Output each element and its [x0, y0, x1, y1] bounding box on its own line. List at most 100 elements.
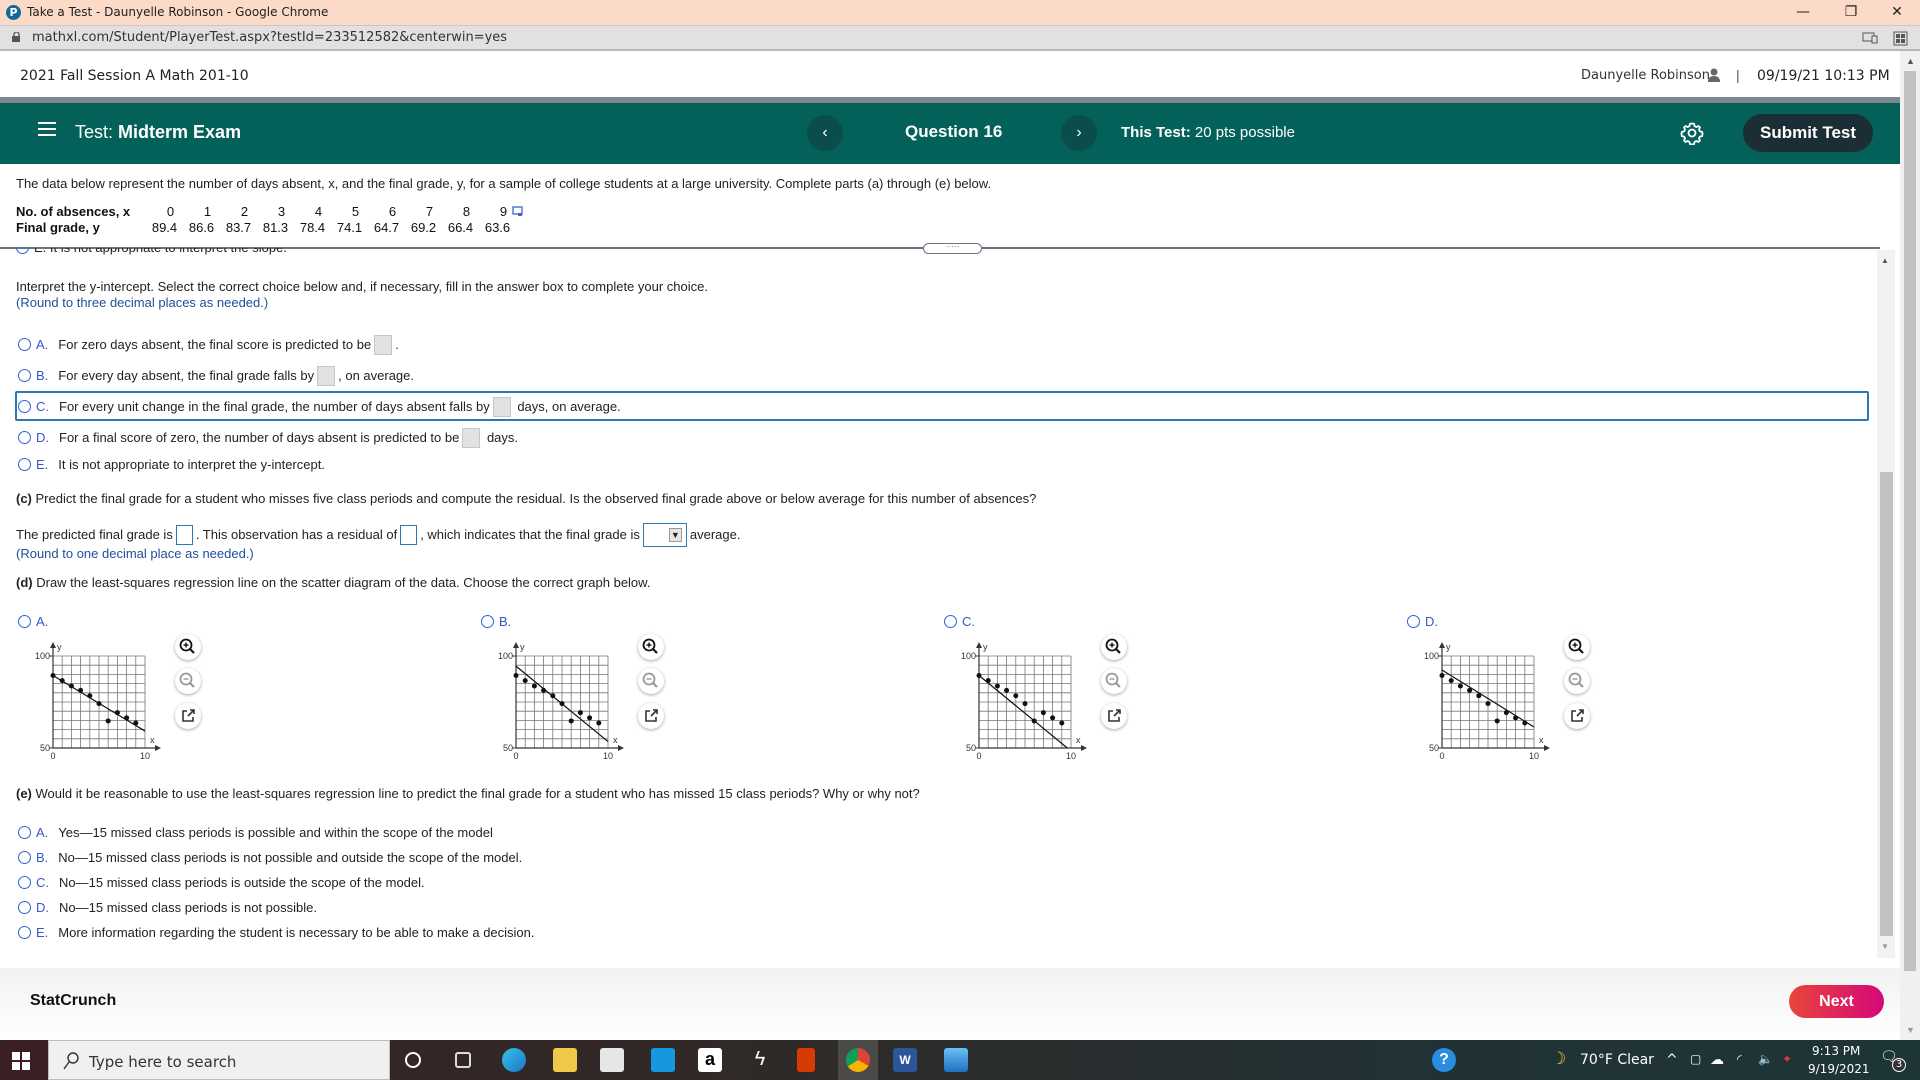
- radio-button[interactable]: [18, 876, 31, 889]
- chrome-active-tab[interactable]: [838, 1040, 878, 1080]
- amazon-icon[interactable]: a: [698, 1048, 722, 1072]
- dropdown-arrow-icon[interactable]: ▼: [668, 528, 682, 542]
- radio-button[interactable]: [481, 615, 494, 628]
- answer-box[interactable]: [462, 428, 481, 448]
- menu-icon[interactable]: [38, 122, 56, 138]
- page-scrollbar[interactable]: ▲ ▼: [1900, 51, 1920, 1040]
- scroll-up-icon[interactable]: ▲: [1906, 56, 1915, 66]
- open-external-icon[interactable]: [1101, 703, 1127, 729]
- radio-button[interactable]: [18, 901, 31, 914]
- zoom-in-icon[interactable]: [1101, 634, 1127, 660]
- zoom-in-icon[interactable]: [175, 634, 201, 660]
- yint-option-e[interactable]: E. It is not appropriate to interpret the…: [18, 457, 325, 472]
- radio-button[interactable]: [16, 248, 29, 254]
- data-point: [1439, 673, 1445, 679]
- yint-option-d[interactable]: D. For a final score of zero, the number …: [18, 428, 518, 448]
- zoom-in-icon[interactable]: [1564, 634, 1590, 660]
- volume-icon[interactable]: 🔈: [1758, 1052, 1773, 1066]
- photos-icon[interactable]: [944, 1048, 968, 1072]
- part-e-option-a[interactable]: A. Yes—15 missed class periods is possibl…: [18, 825, 493, 840]
- zoom-in-icon[interactable]: [638, 634, 664, 660]
- part-e-option-d[interactable]: D. No—15 missed class periods is not poss…: [18, 900, 317, 915]
- next-button[interactable]: Next: [1789, 985, 1884, 1018]
- answer-box[interactable]: [492, 397, 511, 417]
- word-icon[interactable]: W: [893, 1048, 917, 1072]
- taskbar-search-box[interactable]: Type here to search: [48, 1040, 390, 1080]
- zoom-out-icon[interactable]: [638, 668, 664, 694]
- zoom-out-icon[interactable]: [1101, 668, 1127, 694]
- previous-question-button[interactable]: ‹: [807, 115, 843, 151]
- open-external-icon[interactable]: [638, 703, 664, 729]
- radio-button[interactable]: [944, 615, 957, 628]
- yint-option-c[interactable]: C. For every unit change in the final gra…: [18, 397, 621, 417]
- open-external-icon[interactable]: [175, 703, 201, 729]
- question-scroll-down-icon[interactable]: ▼: [1881, 942, 1889, 951]
- graph-option-a[interactable]: A.: [18, 614, 58, 629]
- graph-option-d[interactable]: D.: [1407, 614, 1448, 629]
- radio-button[interactable]: [1407, 615, 1420, 628]
- part-e-option-e[interactable]: E. More information regarding the student…: [18, 925, 535, 940]
- zoom-out-icon[interactable]: [175, 668, 201, 694]
- gear-icon[interactable]: [1680, 121, 1704, 145]
- wifi-icon[interactable]: ◜: [1737, 1052, 1742, 1066]
- app-bolt-icon[interactable]: ϟ: [748, 1048, 772, 1072]
- cast-icon[interactable]: [1862, 32, 1878, 44]
- help-icon[interactable]: ?: [1432, 1048, 1456, 1072]
- part-e-option-c[interactable]: C. No—15 missed class periods is outside …: [18, 875, 425, 890]
- next-question-button[interactable]: ›: [1061, 115, 1097, 151]
- task-view-icon[interactable]: [455, 1052, 471, 1068]
- radio-button[interactable]: [18, 458, 31, 471]
- radio-button[interactable]: [18, 826, 31, 839]
- mail-icon[interactable]: [651, 1048, 675, 1072]
- store-icon[interactable]: [600, 1048, 624, 1072]
- pane-resize-handle[interactable]: ·····: [923, 243, 982, 254]
- cortana-icon[interactable]: [405, 1052, 421, 1068]
- residual-input[interactable]: [400, 525, 418, 545]
- dropbox-icon[interactable]: ✦: [1782, 1052, 1792, 1066]
- radio-button[interactable]: [18, 851, 31, 864]
- radio-button[interactable]: [18, 615, 31, 628]
- clock-date[interactable]: 9/19/2021: [1808, 1062, 1870, 1076]
- question-scroll-up-icon[interactable]: ▲: [1881, 256, 1889, 265]
- copy-table-icon[interactable]: [512, 206, 524, 217]
- extensions-icon[interactable]: [1893, 31, 1908, 46]
- predicted-grade-input[interactable]: [175, 525, 193, 545]
- part-d-text: Draw the least-squares regression line o…: [32, 575, 651, 590]
- url-text[interactable]: mathxl.com/Student/PlayerTest.aspx?testI…: [32, 30, 507, 45]
- meet-now-icon[interactable]: ▢: [1690, 1052, 1701, 1066]
- radio-button[interactable]: [18, 926, 31, 939]
- question-scrollbar-thumb[interactable]: [1880, 472, 1893, 936]
- restore-button[interactable]: ❐: [1828, 0, 1874, 25]
- answer-box[interactable]: [374, 335, 393, 355]
- yint-option-a[interactable]: A. For zero days absent, the final score …: [18, 335, 399, 355]
- tray-expand-icon[interactable]: ^: [1666, 1052, 1678, 1068]
- submit-test-button[interactable]: Submit Test: [1743, 114, 1873, 152]
- search-icon: [63, 1052, 79, 1070]
- zoom-out-icon[interactable]: [1564, 668, 1590, 694]
- above-below-dropdown[interactable]: ▼: [642, 523, 687, 547]
- office-icon[interactable]: [797, 1048, 815, 1072]
- clock-time[interactable]: 9:13 PM: [1812, 1044, 1860, 1058]
- minimize-button[interactable]: —: [1780, 0, 1826, 25]
- close-button[interactable]: ✕: [1874, 0, 1920, 25]
- radio-button[interactable]: [18, 369, 31, 382]
- graph-option-b[interactable]: B.: [481, 614, 521, 629]
- answer-box[interactable]: [317, 366, 336, 386]
- onedrive-icon[interactable]: ☁: [1710, 1052, 1724, 1068]
- weather-text[interactable]: 70°F Clear: [1580, 1052, 1654, 1068]
- edge-icon[interactable]: [502, 1048, 526, 1072]
- page-scrollbar-thumb[interactable]: [1904, 71, 1916, 971]
- file-explorer-icon[interactable]: [553, 1048, 577, 1072]
- address-bar[interactable]: mathxl.com/Student/PlayerTest.aspx?testI…: [0, 25, 1920, 51]
- scroll-down-icon[interactable]: ▼: [1906, 1025, 1915, 1035]
- question-scrollbar[interactable]: ▲ ▼: [1877, 250, 1895, 958]
- yint-option-b[interactable]: B. For every day absent, the final grade …: [18, 366, 414, 386]
- graph-option-c[interactable]: C.: [944, 614, 985, 629]
- radio-button[interactable]: [18, 400, 31, 413]
- radio-button[interactable]: [18, 338, 31, 351]
- part-e-option-b[interactable]: B. No—15 missed class periods is not poss…: [18, 850, 522, 865]
- open-external-icon[interactable]: [1564, 703, 1590, 729]
- radio-button[interactable]: [18, 431, 31, 444]
- statcrunch-link[interactable]: StatCrunch: [30, 992, 116, 1010]
- windows-start-icon[interactable]: [12, 1052, 30, 1070]
